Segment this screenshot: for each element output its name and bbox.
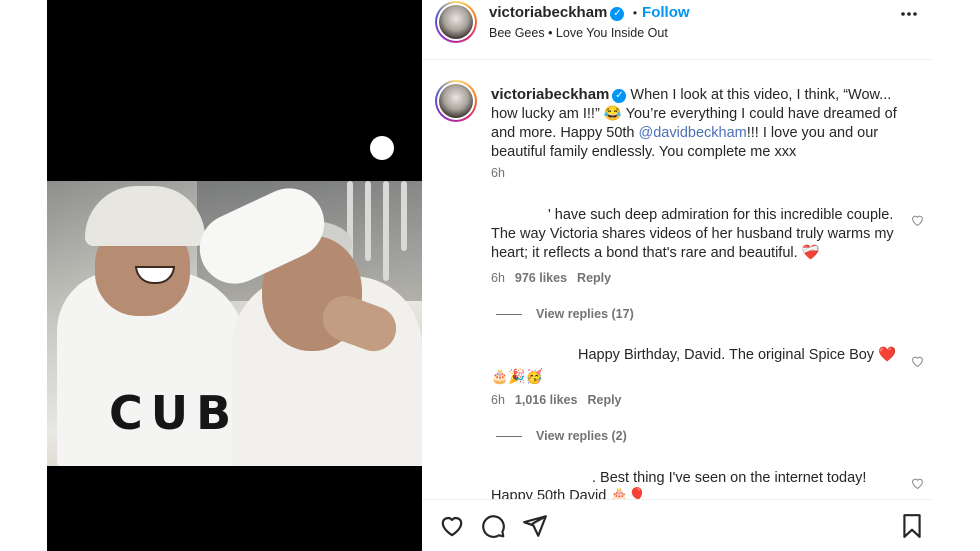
author-line: victoriabeckham ✓ • Follow [489, 4, 690, 22]
author-avatar[interactable] [435, 1, 477, 43]
replies-divider [496, 436, 522, 438]
caption-time: 6h [491, 166, 505, 180]
separator-dot: • [632, 6, 638, 20]
reply-button[interactable]: Reply [577, 271, 611, 285]
video-indicator-dot[interactable] [370, 136, 394, 160]
view-replies-button[interactable]: View replies (17) [496, 307, 634, 321]
follow-button[interactable]: Follow [642, 4, 690, 21]
comments-section[interactable]: victoriabeckham ✓ When I look at this vid… [422, 61, 932, 499]
comment-text-line2: Happy 50th David 🎂🎈 [491, 488, 647, 499]
comment-icon[interactable] [480, 513, 506, 539]
utensil [401, 181, 407, 251]
audio-track[interactable]: Bee Gees • Love You Inside Out [489, 26, 668, 40]
reply-button[interactable]: Reply [587, 393, 621, 407]
author-username[interactable]: victoriabeckham [489, 4, 607, 21]
mention-link[interactable]: @davidbeckham [639, 125, 747, 141]
verified-badge-icon: ✓ [610, 7, 625, 21]
post-panel: victoriabeckham ✓ • Follow Bee Gees • Love… [422, 0, 932, 551]
comment-time: 6h [491, 393, 505, 407]
action-bar [422, 499, 932, 551]
post-header: victoriabeckham ✓ • Follow Bee Gees • Love… [422, 0, 932, 60]
comment-text: Happy Birthday, David. The original Spic… [578, 347, 897, 363]
utensil [365, 181, 371, 261]
utensil [383, 181, 389, 281]
share-icon[interactable] [522, 513, 548, 539]
comment-likes[interactable]: 976 likes [515, 271, 567, 285]
comment-text: . Best thing I've seen on the internet t… [592, 470, 867, 486]
heart-icon[interactable] [439, 513, 465, 539]
comment-meta: 6h 1,016 likes Reply [491, 393, 622, 407]
post-video[interactable]: CUB [47, 0, 422, 551]
comment-emoji-line: 🎂🎉🥳 [491, 368, 544, 384]
comment-likes[interactable]: 1,016 likes [515, 393, 578, 407]
replies-divider [496, 314, 522, 316]
view-replies-label[interactable]: View replies (17) [536, 307, 634, 321]
white-cap [85, 186, 205, 246]
comment-meta: 6h 976 likes Reply [491, 271, 611, 285]
verified-badge-icon: ✓ [612, 89, 627, 103]
comment-text: ' have such deep admiration for this inc… [491, 207, 894, 261]
instagram-post-modal: CUB victoriabeckham ✓ • Follow Bee Gees • … [0, 0, 980, 551]
caption-avatar[interactable] [435, 80, 477, 122]
more-options-icon[interactable] [900, 11, 918, 17]
comment-like-heart-icon[interactable] [911, 214, 925, 228]
caption-username[interactable]: victoriabeckham [491, 86, 609, 103]
comment-time: 6h [491, 271, 505, 285]
bookmark-icon[interactable] [900, 513, 926, 539]
view-replies-button[interactable]: View replies (2) [496, 429, 627, 443]
post-caption: victoriabeckham ✓ When I look at this vid… [491, 85, 921, 162]
comment-like-heart-icon[interactable] [911, 355, 925, 369]
comment-like-heart-icon[interactable] [911, 477, 925, 491]
view-replies-label[interactable]: View replies (2) [536, 429, 627, 443]
video-frame[interactable]: CUB [47, 181, 422, 466]
shirt-letters: CUB [109, 386, 240, 440]
